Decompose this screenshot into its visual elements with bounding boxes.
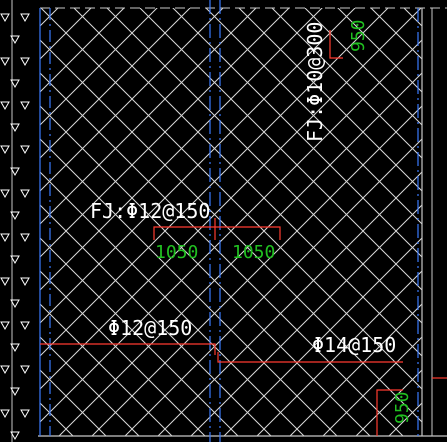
dim-top-right: 950 xyxy=(348,19,369,52)
dim-mid-right: 1050 xyxy=(232,242,275,263)
label-bar-right: Φ14@150 xyxy=(312,333,396,357)
left-wall-strip xyxy=(0,0,38,442)
dim-mid-left: 1050 xyxy=(155,242,198,263)
label-fj-mid: FJ:Φ12@150 xyxy=(90,199,210,223)
label-fj-top-right: FJ:Φ10@300 xyxy=(303,22,327,142)
slab-reinforcement-drawing: FJ:Φ12@150 Φ12@150 Φ14@150 FJ:Φ10@300 10… xyxy=(0,0,447,442)
dim-bottom-right: 950 xyxy=(392,391,413,424)
cad-canvas: FJ:Φ12@150 Φ12@150 Φ14@150 FJ:Φ10@300 10… xyxy=(0,0,447,442)
label-bar-left: Φ12@150 xyxy=(108,316,192,340)
